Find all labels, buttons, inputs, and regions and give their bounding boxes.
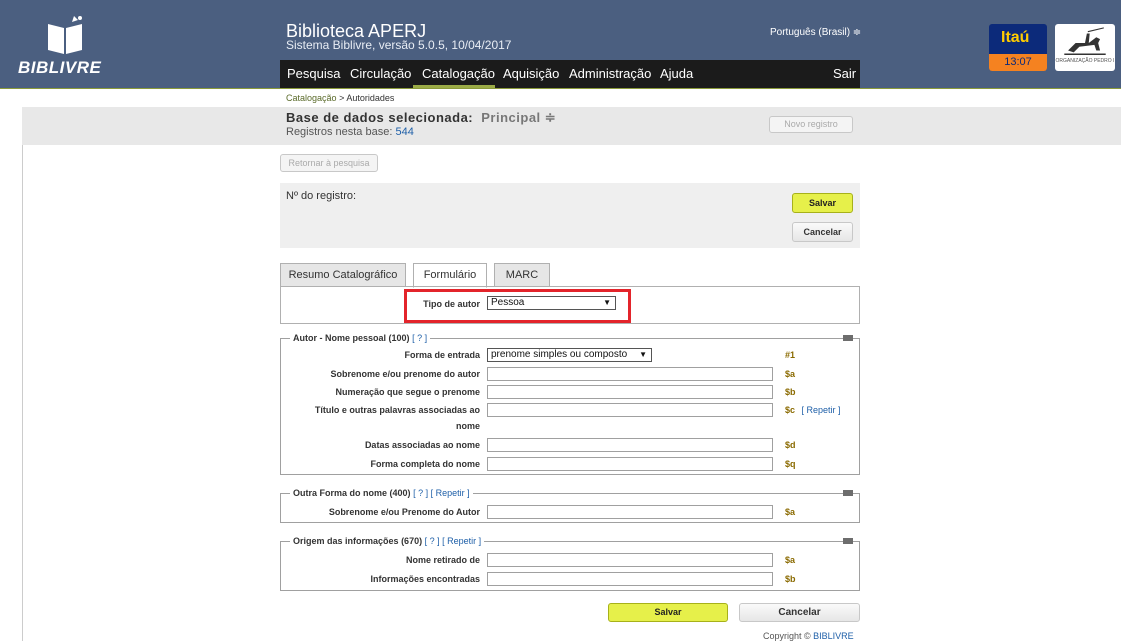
section-legend-400: Outra Forma do nome (400) [ ? ] [ Repeti… [290, 488, 473, 498]
language-selector[interactable]: Português (Brasil) ≑ [770, 27, 861, 38]
field-label: Nome retirado de [405, 555, 480, 565]
section-code-400: (400) [389, 488, 411, 498]
help-link-100[interactable]: [ ? ] [412, 333, 427, 343]
help-link-400[interactable]: [ ? ] [413, 488, 428, 498]
book-logo-icon [48, 16, 82, 54]
entry-form-select[interactable]: prenome simples ou composto ▼ [487, 348, 652, 362]
database-value[interactable]: Principal ≑ [481, 110, 556, 125]
field-label-continued: nome [455, 421, 480, 431]
record-header-box [280, 183, 860, 248]
section-code-100: (100) [388, 333, 410, 343]
dropdown-arrow-icon: ▼ [639, 350, 647, 359]
main-nav: Pesquisa Circulação Catalogação Aquisiçã… [280, 60, 860, 88]
left-border [22, 145, 23, 641]
indicator-code: #1 [785, 350, 796, 360]
back-to-search-button[interactable]: Retornar à pesquisa [280, 154, 378, 172]
surname-input[interactable] [487, 367, 773, 381]
organization-caption: ORGANIZAÇÃO PEDRO I [1055, 58, 1115, 64]
horse-rider-icon [1064, 27, 1106, 55]
nav-item-catalogacao[interactable]: Catalogação [422, 66, 495, 81]
dates-input[interactable] [487, 438, 773, 452]
subfield-code-c: $c [785, 405, 796, 415]
itau-badge: Itaú 13:07 [989, 24, 1047, 71]
field-label: Título e outras palavras associadas ao [314, 405, 480, 415]
itau-brand: Itaú [1001, 29, 1030, 46]
info-found-input[interactable] [487, 572, 773, 586]
field-label: Forma completa do nome [370, 459, 480, 469]
save-button-bottom[interactable]: Salvar [608, 603, 728, 622]
subfield-code: $q [785, 459, 796, 469]
full-name-input[interactable] [487, 457, 773, 471]
entry-form-label: Forma de entrada [404, 350, 480, 360]
highlight-box [404, 289, 631, 323]
record-count: Registros nesta base: 544 [286, 126, 414, 138]
section-title-100: Autor - Nome pessoal [293, 333, 387, 343]
record-count-value: 544 [395, 126, 414, 138]
cancel-button-top[interactable]: Cancelar [792, 222, 853, 242]
title-words-input[interactable] [487, 403, 773, 417]
field-label: Informações encontradas [370, 574, 480, 584]
subfield-code: $b [785, 387, 796, 397]
save-button-top[interactable]: Salvar [792, 193, 853, 213]
database-band [22, 107, 1121, 145]
record-number-label: Nº do registro: [286, 190, 357, 202]
source-name-input[interactable] [487, 553, 773, 567]
nav-item-aquisicao[interactable]: Aquisição [503, 66, 559, 81]
collapse-icon[interactable] [843, 335, 853, 341]
breadcrumb: Catalogação > Autoridades [286, 93, 394, 103]
field-label: Sobrenome e/ou Prenome do Autor [328, 507, 480, 517]
field-label: Datas associadas ao nome [364, 440, 480, 450]
subfield-code: $c [ Repetir ] [785, 405, 841, 415]
clock: 13:07 [989, 54, 1047, 71]
section-title-400: Outra Forma do nome [293, 488, 388, 498]
section-title-670: Origem das informações [293, 536, 399, 546]
subfield-code: $a [785, 507, 796, 517]
breadcrumb-separator: > [339, 93, 345, 103]
organization-logo: ORGANIZAÇÃO PEDRO I [1055, 24, 1115, 71]
numeration-input[interactable] [487, 385, 773, 399]
footer-text: Copyright © [763, 631, 811, 641]
tab-marc[interactable]: MARC [494, 263, 550, 287]
tab-resumo-catalografico[interactable]: Resumo Catalográfico [280, 263, 406, 287]
section-code-670: (670) [401, 536, 423, 546]
entry-form-value: prenome simples ou composto [491, 349, 628, 360]
app-subtitle: Sistema Biblivre, versão 5.0.5, 10/04/20… [286, 38, 512, 52]
section-legend-670: Origem das informações (670) [ ? ] [ Rep… [290, 536, 485, 546]
footer-copyright: Copyright © BIBLIVRE [763, 631, 854, 641]
collapse-icon[interactable] [843, 538, 853, 544]
nav-item-circulacao[interactable]: Circulação [350, 66, 411, 81]
logout-link[interactable]: Sair [833, 66, 856, 81]
record-count-label: Registros nesta base: [286, 126, 393, 138]
field-label: Sobrenome e/ou prenome do autor [330, 369, 480, 379]
subfield-code: $d [785, 440, 796, 450]
breadcrumb-catalogacao[interactable]: Catalogação [286, 93, 337, 103]
repeat-link-670[interactable]: [ Repetir ] [442, 536, 481, 546]
section-legend-100: Autor - Nome pessoal (100) [ ? ] [290, 333, 431, 343]
tab-formulario[interactable]: Formulário [413, 263, 487, 288]
repeat-link[interactable]: [ Repetir ] [802, 405, 841, 415]
footer-brand-link[interactable]: BIBLIVRE [813, 631, 854, 641]
other-form-input[interactable] [487, 505, 773, 519]
subfield-code: $a [785, 555, 796, 565]
database-label: Base de dados selecionada: [286, 110, 474, 125]
repeat-link-400[interactable]: [ Repetir ] [431, 488, 470, 498]
new-record-button[interactable]: Novo registro [769, 116, 853, 133]
header-divider [0, 88, 1121, 89]
database-selector[interactable]: Base de dados selecionada: Principal ≑ [286, 110, 556, 126]
nav-item-administracao[interactable]: Administração [569, 66, 651, 81]
collapse-icon[interactable] [843, 490, 853, 496]
biblivre-logo[interactable]: BIBLIVRE [18, 14, 128, 78]
help-link-670[interactable]: [ ? ] [425, 536, 440, 546]
cancel-button-bottom[interactable]: Cancelar [739, 603, 860, 622]
nav-item-ajuda[interactable]: Ajuda [660, 66, 693, 81]
field-label: Numeração que segue o prenome [335, 387, 480, 397]
breadcrumb-current: Autoridades [346, 93, 395, 103]
logo-text: BIBLIVRE [18, 58, 102, 77]
app-header: BIBLIVRE Biblioteca APERJ Sistema Bibliv… [0, 0, 1121, 88]
subfield-code: $a [785, 369, 796, 379]
nav-item-pesquisa[interactable]: Pesquisa [287, 66, 340, 81]
subfield-code: $b [785, 574, 796, 584]
